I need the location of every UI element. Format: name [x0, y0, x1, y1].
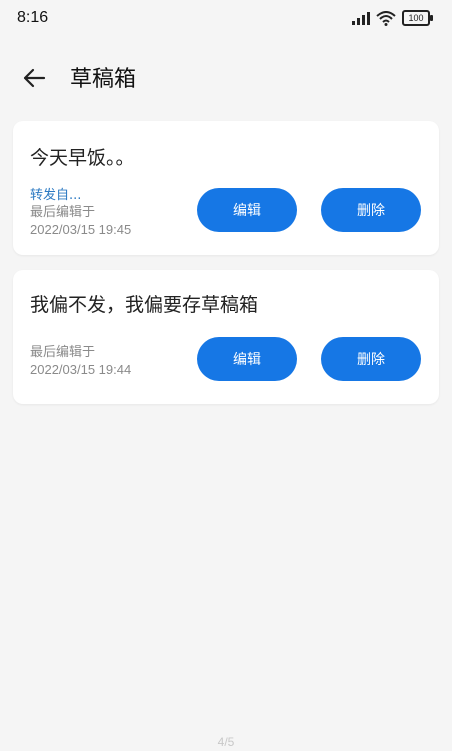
draft-text: 我偏不发，我偏要存草稿箱	[30, 294, 259, 316]
last-edited-time: 2022/03/15 19:45	[30, 222, 132, 237]
battery-icon: 100	[402, 10, 433, 26]
wifi-icon	[376, 10, 396, 26]
page-indicator: 4/5	[217, 735, 235, 749]
delete-button[interactable]: 删除	[321, 337, 421, 381]
draft-card: 我偏不发，我偏要存草稿箱 最后编辑于 2022/03/15 19:44 编辑 删…	[13, 270, 439, 404]
back-button[interactable]	[18, 62, 50, 94]
status-icons: 100	[352, 10, 433, 26]
draft-text: 今天早饭。。	[30, 147, 135, 169]
delete-button[interactable]: 删除	[321, 188, 421, 232]
last-edited-time: 2022/03/15 19:44	[30, 362, 132, 377]
page-title: 草稿箱	[70, 67, 137, 92]
draft-card: 今天早饭。。 转发自... 最后编辑于 2022/03/15 19:45 编辑 …	[13, 121, 439, 255]
edit-button[interactable]: 编辑	[197, 337, 297, 381]
signal-icon	[352, 11, 370, 25]
status-bar: 8:16 100	[0, 0, 452, 36]
last-edited-label: 最后编辑于	[30, 204, 96, 219]
last-edited-label: 最后编辑于	[30, 344, 96, 359]
status-time: 8:16	[17, 9, 49, 26]
forward-label[interactable]: 转发自...	[30, 184, 81, 203]
back-arrow-icon	[23, 68, 46, 88]
edit-button[interactable]: 编辑	[197, 188, 297, 232]
header: 草稿箱	[0, 56, 452, 98]
